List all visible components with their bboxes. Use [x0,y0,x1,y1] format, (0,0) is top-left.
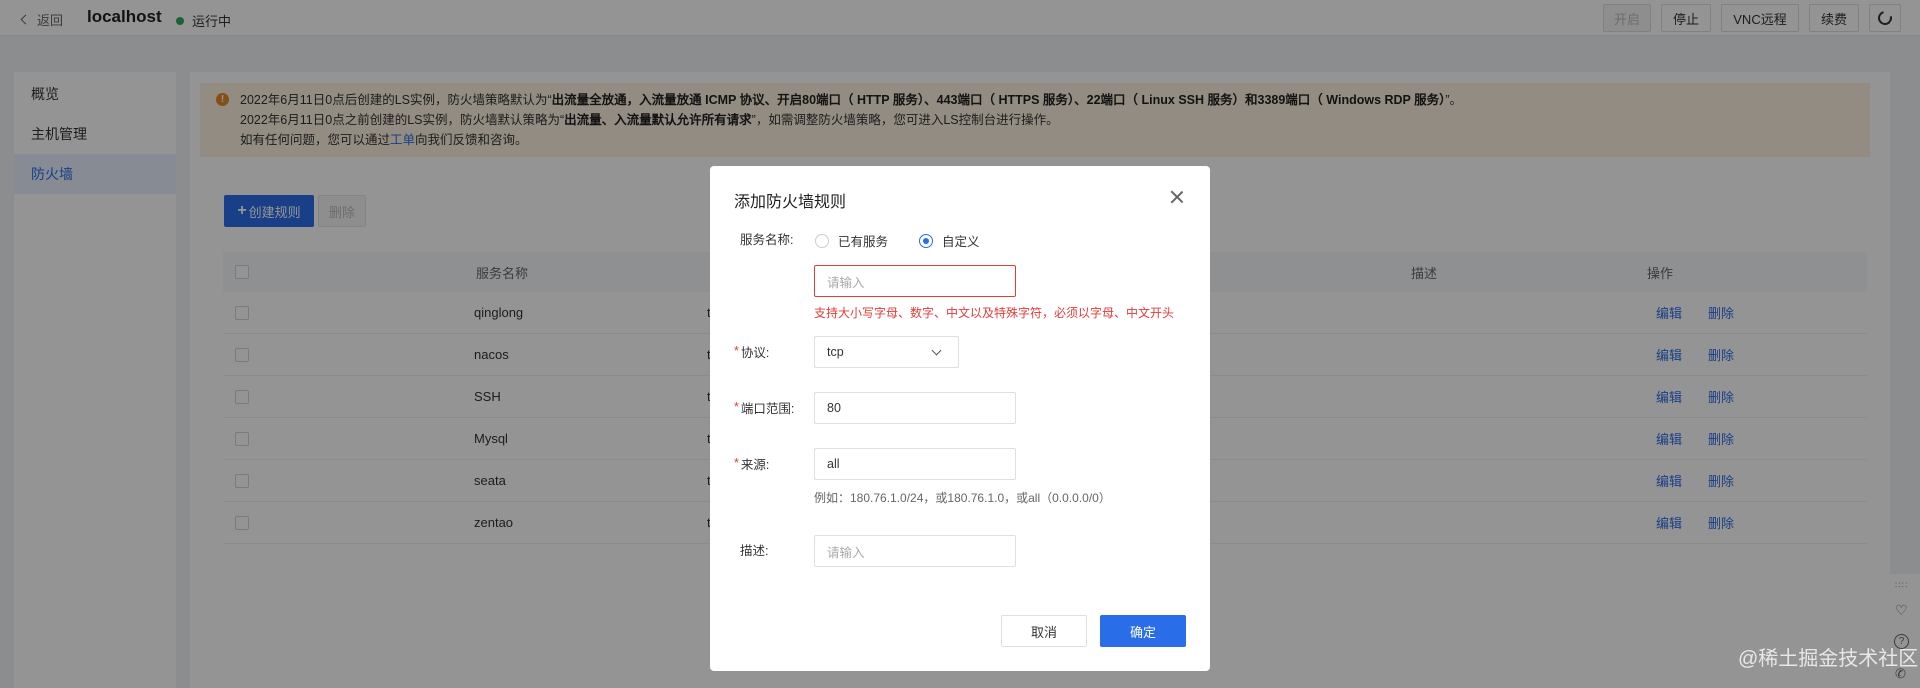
description-input[interactable]: 请输入 [814,535,1016,567]
cancel-button[interactable]: 取消 [1001,615,1087,647]
radio-label: 已有服务 [838,235,889,249]
description-placeholder: 请输入 [827,545,865,560]
add-firewall-rule-dialog: 添加防火墙规则 服务名称: 已有服务 自定义 请输入 支持大小写字母、数字、中文… [710,166,1210,671]
radio-label: 自定义 [942,235,980,249]
source-input[interactable]: all [814,448,1016,480]
source-label: * 来源: [734,456,770,472]
service-name-input[interactable]: 请输入 [814,265,1016,297]
confirm-button[interactable]: 确定 [1100,615,1186,647]
radio-circle [919,233,933,248]
service-name-label: 服务名称: [740,232,794,247]
service-name-placeholder: 请输入 [827,275,865,290]
protocol-label: * 协议: [734,344,770,360]
source-hint: 例如：180.76.1.0/24，或180.76.1.0，或all（0.0.0.… [814,491,1111,505]
radio-custom-service[interactable]: 自定义 [919,231,980,250]
dialog-title: 添加防火墙规则 [734,194,847,211]
protocol-select[interactable]: tcp [814,336,959,368]
source-value: all [827,457,840,471]
port-range-value: 80 [827,401,841,415]
port-range-label: * 端口范围: [734,400,795,416]
chevron-down-icon [931,345,942,356]
required-mark: * [734,344,739,358]
close-icon[interactable] [1170,190,1184,204]
radio-existing-service[interactable]: 已有服务 [815,231,888,250]
required-mark: * [734,400,739,414]
port-range-input[interactable]: 80 [814,392,1016,424]
service-name-error: 支持大小写字母、数字、中文以及特殊字符，必须以字母、中文开头 [814,306,1175,320]
description-label: 描述: [740,543,769,558]
watermark: @稀土掘金技术社区 [1738,648,1919,670]
required-mark: * [734,456,739,470]
radio-circle [815,233,829,248]
protocol-value: tcp [827,345,844,359]
